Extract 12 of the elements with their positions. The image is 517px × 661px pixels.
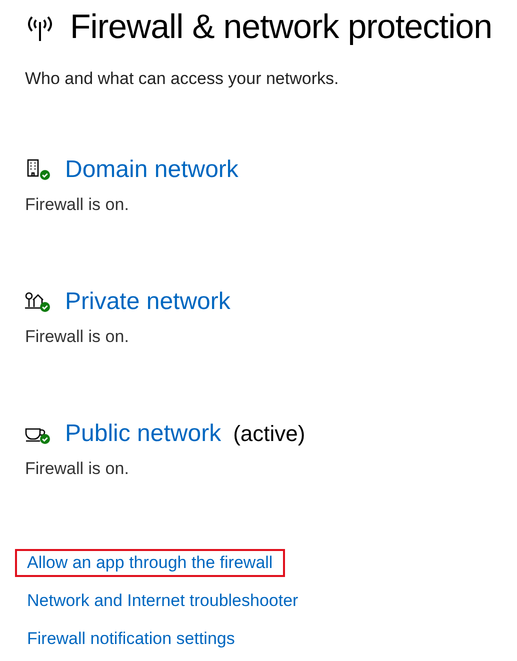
settings-link[interactable]: Network and Internet troubleshooter — [15, 587, 310, 615]
network-link[interactable]: Private network — [65, 288, 230, 316]
page-title: Firewall & network protection — [70, 8, 492, 47]
firewall-status: Firewall is on. — [25, 327, 130, 347]
firewall-status: Firewall is on. — [25, 459, 130, 479]
active-label: (active) — [233, 421, 306, 447]
page-subtitle: Who and what can access your networks. — [25, 69, 340, 89]
firewall-status: Firewall is on. — [25, 195, 130, 215]
network-link[interactable]: Public network — [65, 420, 222, 448]
settings-link[interactable]: Firewall notification settings — [15, 625, 247, 653]
settings-link[interactable]: Allow an app through the firewall — [15, 549, 285, 577]
network-link[interactable]: Domain network — [65, 156, 238, 184]
